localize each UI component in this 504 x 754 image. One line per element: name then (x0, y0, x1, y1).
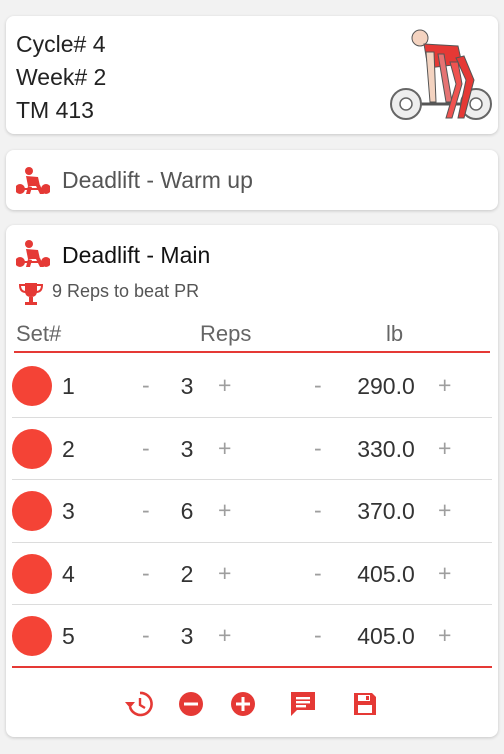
reps-decrement-button[interactable]: - (142, 497, 150, 524)
reps-increment-button[interactable]: + (218, 497, 231, 524)
set-complete-button[interactable] (12, 553, 52, 594)
weight-value: 405.0 (357, 623, 415, 649)
set-number: 3 (62, 498, 75, 524)
add-circle-icon[interactable] (228, 689, 258, 719)
reps-value: 6 (180, 498, 194, 524)
reps-increment-button[interactable]: + (218, 560, 231, 587)
set-number: 4 (62, 560, 75, 587)
weight-value: 370.0 (357, 498, 415, 524)
reps-column-header: Reps (200, 321, 252, 346)
deadlift-icon (16, 167, 50, 194)
set-row: 3 - 6 + - 370.0 + (12, 480, 492, 543)
sets-table-header: Set# Reps lb (14, 317, 490, 353)
save-icon[interactable] (350, 689, 380, 719)
set-number: 5 (62, 623, 75, 649)
training-max: TM 413 (16, 97, 94, 123)
weight-value: 330.0 (357, 435, 415, 462)
sets-table: 1 - 3 + - 290.0 + 2 - 3 + - 330.0 + 3 - … (12, 355, 492, 668)
reps-decrement-button[interactable]: - (142, 435, 150, 462)
set-row: 5 - 3 + - 405.0 + (12, 605, 492, 668)
set-complete-button[interactable] (12, 616, 52, 656)
reps-increment-button[interactable]: + (218, 372, 231, 399)
pr-text: 9 Reps to beat PR (52, 281, 200, 301)
reps-value: 2 (180, 560, 194, 587)
weight-decrement-button[interactable]: - (314, 497, 322, 524)
reps-value: 3 (180, 435, 194, 462)
comment-icon[interactable] (288, 689, 318, 719)
deadlift-icon (16, 240, 50, 267)
warmup-label: Deadlift - Warm up (62, 167, 253, 193)
weight-increment-button[interactable]: + (438, 435, 451, 462)
weight-decrement-button[interactable]: - (314, 372, 322, 399)
set-complete-button[interactable] (12, 428, 52, 469)
set-complete-button[interactable] (12, 366, 52, 406)
weight-value: 290.0 (357, 373, 415, 399)
weight-increment-button[interactable]: + (438, 497, 451, 524)
set-row: 1 - 3 + - 290.0 + (12, 355, 492, 418)
reps-increment-button[interactable]: + (218, 435, 231, 462)
remove-circle-icon[interactable] (176, 689, 206, 719)
cycle-info: Cycle# 4 Week# 2 TM 413 (16, 28, 106, 127)
reps-increment-button[interactable]: + (218, 622, 231, 649)
trophy-icon (18, 283, 44, 305)
set-number: 2 (62, 435, 75, 462)
lb-column-header: lb (386, 321, 404, 346)
reps-decrement-button[interactable]: - (142, 622, 150, 649)
warmup-card[interactable]: Deadlift - Warm up (6, 150, 498, 210)
set-column-header: Set# (16, 321, 62, 346)
reps-decrement-button[interactable]: - (142, 560, 150, 587)
weight-increment-button[interactable]: + (438, 372, 451, 399)
cycle-number: Cycle# 4 (16, 31, 106, 57)
history-icon[interactable] (124, 689, 154, 719)
weight-decrement-button[interactable]: - (314, 622, 322, 649)
main-sets-card: Deadlift - Main 9 Reps to beat PR Set# R… (6, 225, 498, 737)
week-number: Week# 2 (16, 64, 107, 90)
weight-increment-button[interactable]: + (438, 560, 451, 587)
cycle-info-card: Cycle# 4 Week# 2 TM 413 (6, 16, 498, 134)
weight-decrement-button[interactable]: - (314, 435, 322, 462)
deadlift-figure-icon (390, 29, 492, 120)
action-toolbar (6, 687, 498, 727)
reps-value: 3 (180, 373, 194, 399)
set-row: 4 - 2 + - 405.0 + (12, 543, 492, 605)
reps-value: 3 (180, 623, 194, 649)
set-number: 1 (62, 373, 75, 399)
reps-decrement-button[interactable]: - (142, 372, 150, 399)
main-title: Deadlift - Main (62, 242, 211, 268)
set-complete-button[interactable] (12, 491, 52, 531)
weight-increment-button[interactable]: + (438, 622, 451, 649)
weight-value: 405.0 (357, 560, 415, 587)
set-row: 2 - 3 + - 330.0 + (12, 418, 492, 480)
weight-decrement-button[interactable]: - (314, 560, 322, 587)
